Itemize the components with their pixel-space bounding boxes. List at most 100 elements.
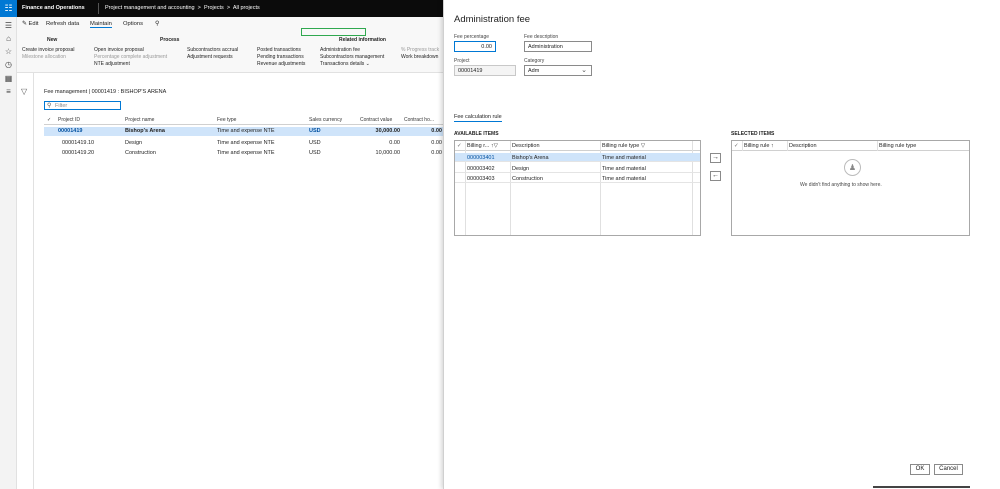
billing-rule-type-cell: Time and material xyxy=(602,154,646,161)
project-name-cell: Bishop's Arena xyxy=(125,128,165,134)
contract-value-cell: 10,000.00 xyxy=(375,150,400,156)
column-header-description[interactable]: Description xyxy=(789,143,817,149)
available-items-header: AVAILABLE ITEMS xyxy=(454,131,499,137)
empty-state-message: We didn't find anything to show here. xyxy=(800,182,882,188)
table-row[interactable]: 00001419 Bishop's Arena Time and expense… xyxy=(44,127,443,136)
column-header-project-name[interactable]: Project name xyxy=(125,117,154,123)
column-header-contract-hours[interactable]: Contract ho... xyxy=(404,117,434,123)
table-row[interactable]: 00001419.20 Construction Time and expens… xyxy=(44,149,443,158)
page-title: Fee management | 00001419 : BISHOP'S ARE… xyxy=(44,89,167,95)
billing-rule-type-cell: Time and material xyxy=(602,165,646,172)
sort-arrow-up-icon: ↑ xyxy=(770,142,774,149)
billing-rule-link[interactable]: 000003401 xyxy=(467,155,495,161)
column-header-project-id[interactable]: Project ID xyxy=(58,117,80,123)
modules-list-icon[interactable]: ≡ xyxy=(3,87,14,97)
tab-fee-calculation-rule[interactable]: Fee calculation rule xyxy=(454,114,502,122)
app-title[interactable]: Finance and Operations xyxy=(22,5,85,11)
description-cell: Bishop's Arena xyxy=(512,154,549,161)
ok-button[interactable]: OK xyxy=(910,464,930,475)
filter-pane: ▽ xyxy=(17,73,34,489)
fee-description-field[interactable]: Administration xyxy=(524,41,592,52)
tab-edit-label: Edit xyxy=(28,21,39,27)
breadcrumb-item[interactable]: Projects xyxy=(204,5,224,11)
project-name-cell: Design xyxy=(125,140,143,146)
progress-track-button[interactable]: % Progress track xyxy=(401,47,439,53)
percentage-complete-adjustment-button[interactable]: Percentage complete adjustment xyxy=(94,54,167,60)
column-header-contract-value[interactable]: Contract value xyxy=(360,117,392,123)
column-header-billing-rule[interactable]: Billing r... ↑▽ xyxy=(467,143,498,149)
column-header-billing-rule-type[interactable]: Billing rule type xyxy=(879,143,916,149)
move-right-arrow-icon[interactable]: → xyxy=(710,153,721,163)
tab-options[interactable]: Options xyxy=(123,21,143,27)
filter-funnel-icon[interactable]: ▽ xyxy=(21,87,27,96)
posted-transactions-button[interactable]: Posted transactions xyxy=(257,47,301,53)
group-header-new: New xyxy=(47,37,58,43)
project-label: Project xyxy=(454,58,470,64)
tab-maintain[interactable]: Maintain xyxy=(90,21,112,28)
work-breakdown-button[interactable]: Work breakdown xyxy=(401,54,438,60)
group-header-process: Process xyxy=(160,37,180,43)
column-header-billing-rule[interactable]: Billing rule ↑ xyxy=(744,143,774,149)
description-cell: Design xyxy=(512,165,530,172)
project-id-link[interactable]: 00001419 xyxy=(58,128,82,134)
description-cell: Construction xyxy=(512,175,543,182)
open-invoice-proposal-button[interactable]: Open invoice proposal xyxy=(94,47,144,53)
move-left-arrow-icon[interactable]: ← xyxy=(710,171,721,181)
breadcrumb-item[interactable]: All projects xyxy=(233,5,260,11)
fee-type-cell: Time and expense NTE xyxy=(217,128,275,134)
workspaces-icon[interactable]: ▦ xyxy=(3,74,14,84)
hamburger-menu-icon[interactable]: ☰ xyxy=(3,21,14,31)
column-header-sales-currency[interactable]: Sales currency xyxy=(309,117,342,123)
filter-placeholder: Filter xyxy=(55,103,68,109)
column-header-billing-rule-type[interactable]: Billing rule type ▽ xyxy=(602,143,645,149)
app-launcher-icon[interactable]: ☷ xyxy=(0,0,17,17)
empty-state-icon: ♟ xyxy=(844,159,861,176)
tab-refresh-data[interactable]: Refresh data xyxy=(46,21,79,27)
column-header-description[interactable]: Description xyxy=(512,143,540,149)
group-header-related-information: Related information xyxy=(339,37,386,43)
sales-currency-cell: USD xyxy=(309,150,321,156)
subcontractors-management-button[interactable]: Subcontractors management xyxy=(320,54,384,60)
subcontractors-accrual-button[interactable]: Subcontractors accrual xyxy=(187,47,238,53)
favorites-star-icon[interactable]: ☆ xyxy=(3,47,14,57)
list-item[interactable]: 000003401 Bishop's Arena Time and materi… xyxy=(455,153,700,162)
select-all-checkmark-icon[interactable]: ✓ xyxy=(47,117,51,123)
home-icon[interactable]: ⌂ xyxy=(3,34,14,44)
transactions-details-button[interactable]: Transactions details ⌄ xyxy=(320,61,370,67)
cancel-button[interactable]: Cancel xyxy=(934,464,963,475)
contract-hours-cell: 0.00 xyxy=(431,128,442,134)
table-row[interactable]: 00001419.10 Design Time and expense NTE … xyxy=(44,139,443,148)
recent-clock-icon[interactable]: ◷ xyxy=(3,60,14,70)
project-name-cell: Construction xyxy=(125,150,156,156)
action-search-icon[interactable]: ⚲ xyxy=(155,21,159,27)
filter-funnel-icon: ▽ xyxy=(640,142,646,149)
column-header-fee-type[interactable]: Fee type xyxy=(217,117,236,123)
contract-value-cell: 0.00 xyxy=(389,140,400,146)
selected-items-list: ✓ Billing rule ↑ Description Billing rul… xyxy=(731,140,970,236)
nte-adjustment-button[interactable]: NTE adjustment xyxy=(94,61,130,67)
sales-currency-cell: USD xyxy=(309,140,321,146)
administration-fee-button[interactable]: Administration fee xyxy=(320,47,360,53)
administration-fee-highlight xyxy=(301,28,366,36)
fee-type-cell: Time and expense NTE xyxy=(217,140,275,146)
pending-transactions-button[interactable]: Pending transactions xyxy=(257,54,304,60)
tab-edit[interactable]: ✎ Edit xyxy=(22,21,38,27)
contract-hours-cell: 0.00 xyxy=(431,150,442,156)
category-select[interactable]: Adm ⌄ xyxy=(524,65,592,76)
list-item[interactable]: 000003402 Design Time and material xyxy=(455,164,700,173)
chevron-down-icon: ⌄ xyxy=(365,61,370,67)
milestone-allocation-button[interactable]: Milestone allocation xyxy=(22,54,66,60)
fee-percentage-field[interactable]: 0.00 xyxy=(454,41,496,52)
dialog-title: Administration fee xyxy=(454,14,531,25)
grid-filter-input[interactable]: ⚲ Filter xyxy=(44,101,121,110)
select-all-checkmark-icon[interactable]: ✓ xyxy=(457,143,462,149)
breadcrumb-separator-icon: > xyxy=(225,5,232,11)
adjustment-requests-button[interactable]: Adjustment requests xyxy=(187,54,233,60)
breadcrumb-item[interactable]: Project management and accounting xyxy=(105,5,195,11)
revenue-adjustments-button[interactable]: Revenue adjustments xyxy=(257,61,305,67)
list-item[interactable]: 000003403 Construction Time and material xyxy=(455,174,700,183)
create-invoice-proposal-button[interactable]: Create invoice proposal xyxy=(22,47,75,53)
select-all-checkmark-icon[interactable]: ✓ xyxy=(734,143,739,149)
billing-rule-header-label: Billing rule xyxy=(744,142,770,149)
filter-funnel-icon: ▽ xyxy=(493,142,498,149)
